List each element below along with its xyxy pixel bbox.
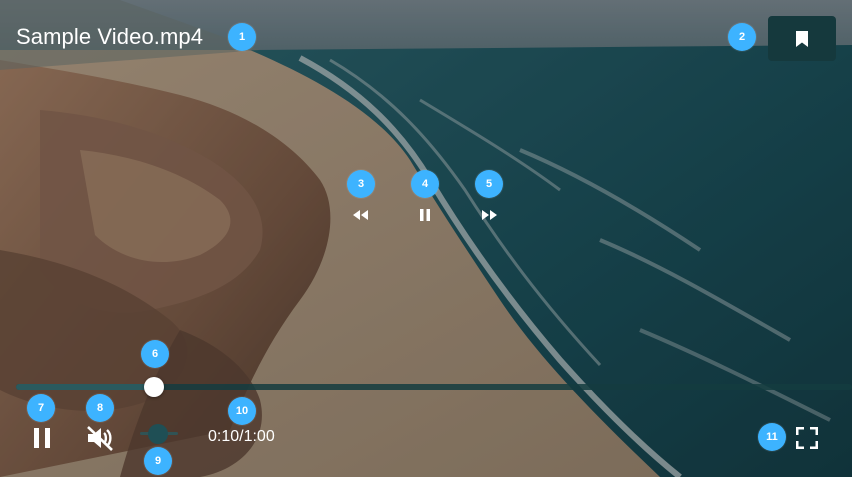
bookmark-button[interactable] [768, 16, 836, 61]
fast-forward-button[interactable] [475, 201, 503, 229]
marker-badge: 4 [411, 170, 439, 198]
mute-button[interactable] [80, 418, 120, 458]
marker-badge: 9 [144, 447, 172, 475]
volume-off-icon [87, 426, 113, 451]
fullscreen-button[interactable] [787, 418, 827, 458]
marker-badge: 11 [758, 423, 786, 451]
pause-button[interactable] [22, 418, 62, 458]
video-title: Sample Video.mp4 [16, 24, 204, 49]
pause-icon [34, 428, 50, 448]
fullscreen-icon [796, 427, 818, 449]
progress-fill [16, 384, 154, 390]
dim-overlay [0, 0, 852, 477]
pause-icon [420, 209, 430, 221]
marker-badge: 1 [228, 23, 256, 51]
rewind-button[interactable] [347, 201, 375, 229]
video-player[interactable]: Sample Video.mp4 1 2 3 4 5 6 7 8 9 10 11 [0, 0, 852, 477]
fast-forward-icon [482, 210, 497, 220]
progress-bar[interactable] [16, 377, 852, 397]
rewind-icon [353, 210, 368, 220]
marker-badge: 10 [228, 397, 256, 425]
time-display: 0:10/1:00 [208, 428, 275, 445]
marker-badge: 6 [141, 340, 169, 368]
marker-badge: 3 [347, 170, 375, 198]
bookmark-icon [796, 30, 808, 47]
progress-thumb[interactable] [143, 377, 164, 397]
marker-badge: 5 [475, 170, 503, 198]
volume-thumb[interactable] [148, 424, 168, 444]
marker-badge: 2 [728, 23, 756, 51]
center-pause-button[interactable] [411, 201, 439, 229]
